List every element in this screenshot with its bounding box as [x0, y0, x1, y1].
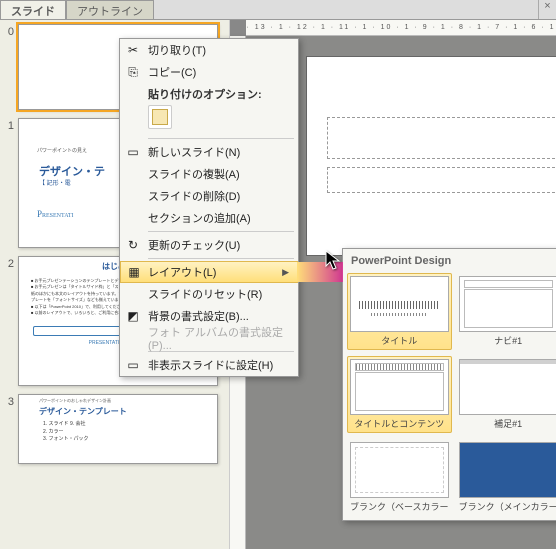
panel-tabs: スライド アウトライン × [0, 0, 556, 20]
thumb-number: 3 [2, 396, 14, 408]
layout-thumb [459, 442, 556, 498]
menu-copy[interactable]: ⎘コピー(C) [120, 61, 298, 83]
thumb-slide-3[interactable]: パワーポイントのおしゃれデザイン計画 デザイン・テンプレート 1. スライド 9… [18, 394, 218, 464]
menu-layout[interactable]: ▦レイアウト(L)▶ [120, 261, 298, 283]
background-icon: ◩ [125, 308, 141, 324]
gallery-title: PowerPoint Design [347, 253, 556, 273]
thumb-3[interactable]: 3 パワーポイントのおしゃれデザイン計画 デザイン・テンプレート 1. スライド… [0, 390, 229, 468]
menu-separator [148, 231, 294, 232]
layout-item-navi1[interactable]: ナビ#1 [456, 273, 556, 350]
copy-icon: ⎘ [125, 64, 141, 80]
menu-delete[interactable]: スライドの削除(D) [120, 185, 298, 207]
layout-thumb [459, 359, 556, 415]
tab-outline[interactable]: アウトライン [66, 0, 154, 19]
layout-thumb [350, 276, 449, 332]
ruler-horizontal: · 1 · 13 · 1 · 12 · 1 · 11 · 1 · 10 · 1 … [246, 20, 556, 36]
menu-check-update[interactable]: ↻更新のチェック(U) [120, 234, 298, 256]
s1-pretitle: パワーポイントの見え [37, 147, 87, 154]
paste-option-button[interactable] [148, 105, 172, 129]
s1-title: デザイン・テ [39, 163, 105, 179]
gallery-grid: タイトル ナビ#1 ナビ#2 タイトルとコンテンツ 補足#1 補足#2 ブランク… [347, 273, 556, 516]
layout-thumb [459, 276, 556, 332]
s1-subtitle: 【 記形・電 [39, 178, 71, 187]
tab-slide[interactable]: スライド [0, 0, 66, 19]
s3-title: デザイン・テンプレート [19, 404, 217, 417]
layout-item-blank-main[interactable]: ブランク（メインカラー [456, 439, 556, 516]
submenu-arrow-icon: ▶ [282, 267, 289, 278]
slide-canvas[interactable] [306, 56, 556, 256]
tab-close-icon[interactable]: × [538, 0, 556, 19]
cut-icon: ✂ [125, 42, 141, 58]
layout-gallery: PowerPoint Design タイトル ナビ#1 ナビ#2 タイトルとコン… [342, 248, 556, 521]
layout-item-sup1[interactable]: 補足#1 [456, 356, 556, 433]
menu-cut[interactable]: ✂切り取り(T) [120, 39, 298, 61]
thumb-number: 2 [2, 258, 14, 270]
thumb-number: 1 [2, 120, 14, 132]
layout-icon: ▦ [126, 264, 142, 280]
update-icon: ↻ [125, 237, 141, 253]
menu-hide-slide[interactable]: ▭非表示スライドに設定(H) [120, 354, 298, 376]
context-menu: ✂切り取り(T) ⎘コピー(C) 貼り付けのオプション: ▭新しいスライド(N)… [119, 38, 299, 377]
menu-photo-album: フォト アルバムの書式設定(P)... [120, 327, 298, 349]
menu-section[interactable]: セクションの追加(A) [120, 207, 298, 229]
s1-brand: Presentati [37, 209, 74, 219]
new-slide-icon: ▭ [125, 144, 141, 160]
layout-item-title-content[interactable]: タイトルとコンテンツ [347, 356, 452, 433]
s3-list: 1. スライド 9. 会社 2. カラー 3. フォント・パック [19, 417, 217, 444]
menu-reset[interactable]: スライドのリセット(R) [120, 283, 298, 305]
menu-separator [148, 138, 294, 139]
s3-pretitle: パワーポイントのおしゃれデザイン計画 [19, 395, 217, 404]
layout-item-title[interactable]: タイトル [347, 273, 452, 350]
menu-new-slide[interactable]: ▭新しいスライド(N) [120, 141, 298, 163]
menu-duplicate[interactable]: スライドの複製(A) [120, 163, 298, 185]
layout-thumb [350, 442, 449, 498]
thumb-number: 0 [2, 26, 14, 38]
hide-icon: ▭ [125, 357, 141, 373]
layout-thumb [350, 359, 449, 415]
menu-paste-options [120, 103, 298, 136]
menu-separator [148, 258, 294, 259]
layout-item-blank-base[interactable]: ブランク（ベースカラー [347, 439, 452, 516]
menu-paste-header: 貼り付けのオプション: [120, 83, 298, 103]
